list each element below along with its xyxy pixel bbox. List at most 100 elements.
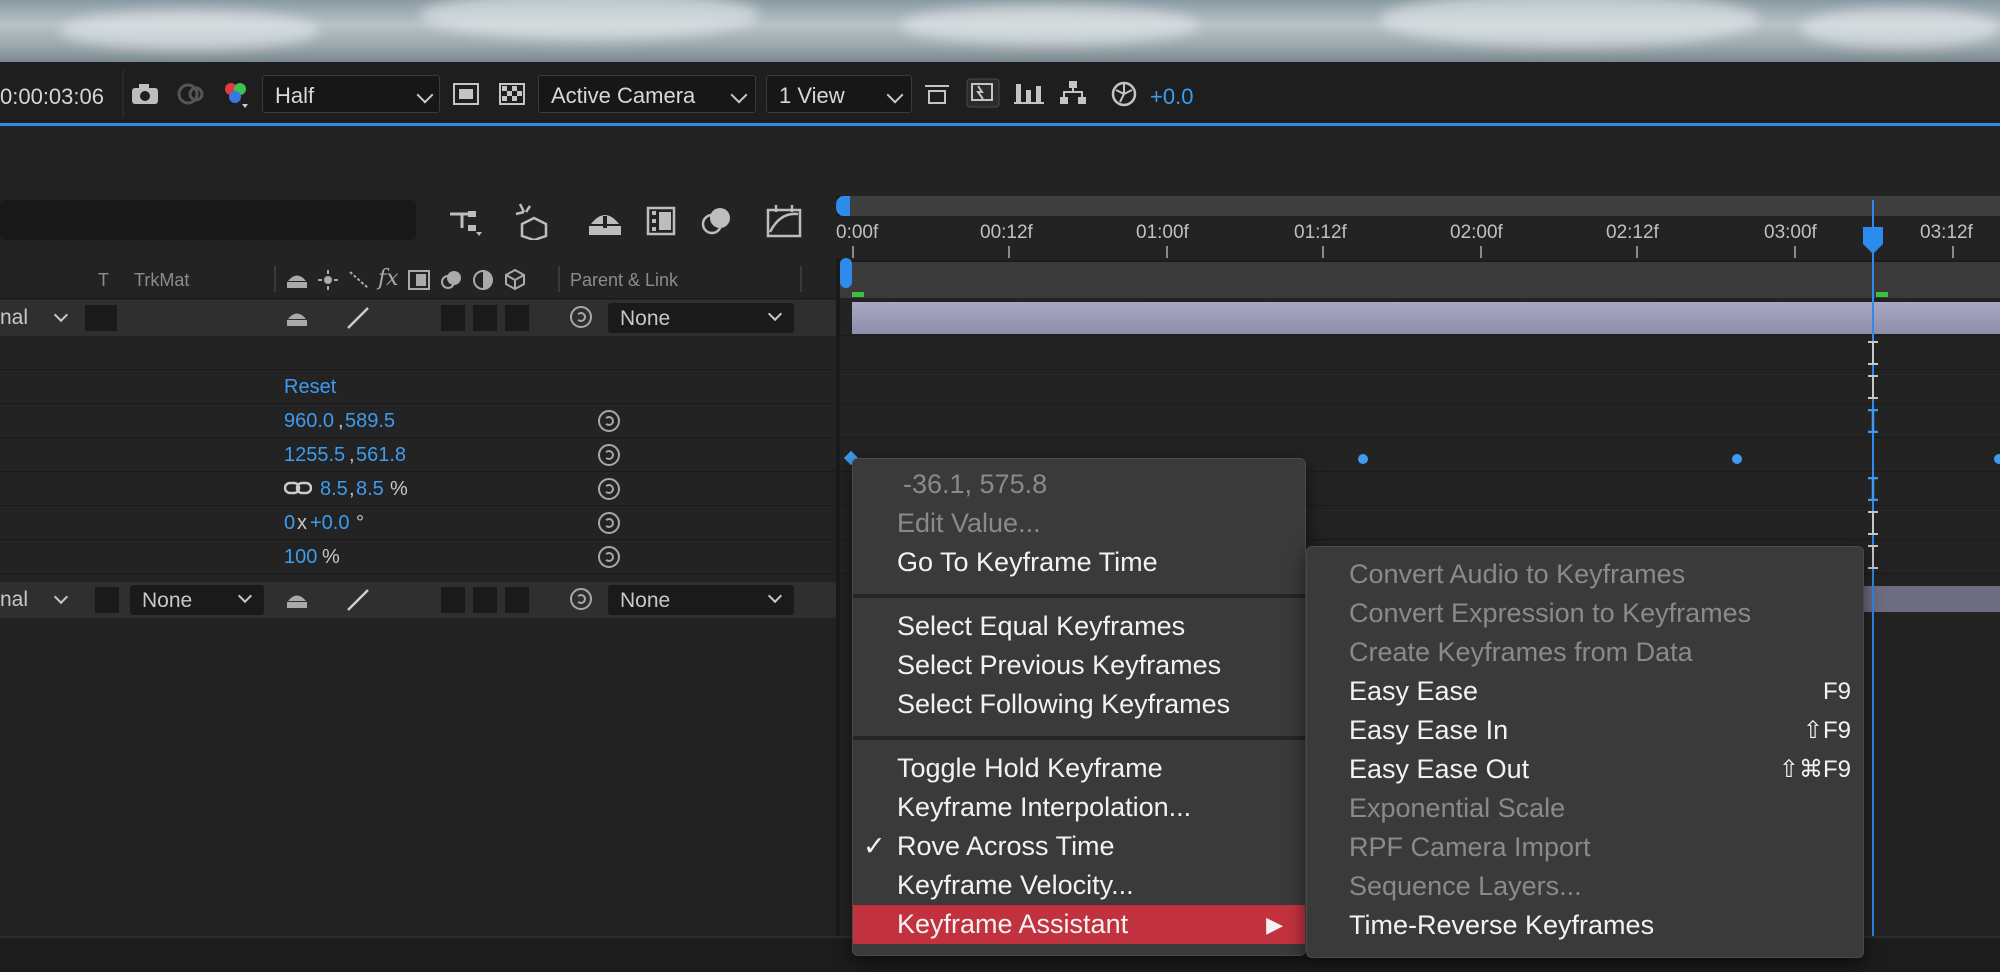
ibeam-keyframe-icon[interactable] <box>1867 477 1879 501</box>
expression-pickwhip-icon[interactable] <box>598 410 620 432</box>
chevron-down-icon[interactable] <box>53 307 69 323</box>
parent-dropdown[interactable]: None <box>608 585 794 615</box>
timeline-icon[interactable] <box>1014 80 1044 106</box>
menu-go-to-keyframe-time[interactable]: Go To Keyframe Time <box>853 543 1305 582</box>
reset-exposure-icon[interactable] <box>1110 80 1138 108</box>
fast-previews-icon[interactable] <box>966 78 1000 108</box>
rotation-revolutions[interactable]: 0 <box>284 512 295 535</box>
track-matte-toggle[interactable] <box>84 304 118 332</box>
menu-edit-value[interactable]: Edit Value... <box>853 504 1305 543</box>
toggle-pixel-aspect-icon[interactable] <box>922 80 952 108</box>
switch-cell[interactable] <box>504 586 530 614</box>
layer-duration-bar[interactable] <box>852 302 2000 334</box>
expression-pickwhip-icon[interactable] <box>598 478 620 500</box>
submenu-rpf-camera-import[interactable]: RPF Camera Import <box>1307 828 1863 867</box>
expression-pickwhip-icon[interactable] <box>598 546 620 568</box>
property-value-x[interactable]: 960.0 <box>284 410 334 433</box>
menu-keyframe-velocity[interactable]: Keyframe Velocity... <box>853 866 1305 905</box>
ibeam-keyframe-icon[interactable] <box>1867 511 1879 535</box>
work-area-bar[interactable] <box>840 260 2000 298</box>
transparency-grid-icon[interactable] <box>498 82 526 106</box>
switch-cell[interactable] <box>440 586 466 614</box>
ibeam-keyframe-icon[interactable] <box>1867 409 1879 433</box>
graph-editor-icon[interactable] <box>766 204 802 238</box>
layer-row-1[interactable]: nal None <box>0 300 836 336</box>
rotation-degrees[interactable]: +0.0 <box>310 512 349 535</box>
property-value-y[interactable]: 589.5 <box>345 410 395 433</box>
region-of-interest-icon[interactable] <box>452 82 480 106</box>
ibeam-keyframe-icon[interactable] <box>1867 341 1879 365</box>
snapshot-camera-icon[interactable] <box>130 82 160 106</box>
track-matte-toggle[interactable] <box>94 586 120 614</box>
expression-pickwhip-icon[interactable] <box>598 444 620 466</box>
submenu-easy-ease[interactable]: Easy Ease F9 <box>1307 672 1863 711</box>
keyframe-context-menu: -36.1, 575.8 Edit Value... Go To Keyfram… <box>852 458 1306 956</box>
channel-rgb-icon[interactable] <box>222 80 250 110</box>
column-t[interactable]: T <box>98 270 109 291</box>
switch-cell[interactable] <box>504 304 530 332</box>
quality-best-icon[interactable] <box>346 306 370 330</box>
value-separator: , <box>338 410 344 432</box>
camera-view-dropdown[interactable]: Active Camera <box>538 75 756 113</box>
work-area-start-handle[interactable] <box>840 258 852 288</box>
submenu-time-reverse-keyframes[interactable]: Time-Reverse Keyframes <box>1307 906 1863 945</box>
property-value-y[interactable]: 8.5 <box>356 478 384 501</box>
navigator-start-handle[interactable] <box>836 196 850 216</box>
draft-3d-icon[interactable] <box>514 202 554 240</box>
property-value-x[interactable]: 8.5 <box>320 478 348 501</box>
view-layout-dropdown[interactable]: 1 View <box>766 75 912 113</box>
time-navigator-bar[interactable] <box>840 196 2000 216</box>
chevron-down-icon[interactable] <box>53 589 69 605</box>
composition-mini-flowchart-icon[interactable] <box>448 206 484 236</box>
constrain-proportions-link-icon[interactable] <box>284 480 312 496</box>
switch-cell[interactable] <box>472 304 498 332</box>
trkmat-dropdown[interactable]: None <box>130 585 264 615</box>
parent-pickwhip-icon[interactable] <box>570 306 592 328</box>
submenu-exponential-scale[interactable]: Exponential Scale <box>1307 789 1863 828</box>
layer-row-2[interactable]: nal None None <box>0 582 836 618</box>
expression-pickwhip-icon[interactable] <box>598 512 620 534</box>
ibeam-keyframe-icon[interactable] <box>1867 375 1879 399</box>
layer-duration-bar[interactable] <box>1860 586 2000 612</box>
resolution-dropdown[interactable]: Half <box>262 75 440 113</box>
keyframe[interactable] <box>1358 454 1368 464</box>
flowchart-icon[interactable] <box>1058 80 1088 106</box>
exposure-value[interactable]: +0.0 <box>1150 84 1193 110</box>
reset-link[interactable]: Reset <box>284 376 336 399</box>
switch-cell[interactable] <box>440 304 466 332</box>
motion-blur-icon[interactable] <box>700 204 734 238</box>
submenu-easy-ease-out[interactable]: Easy Ease Out ⇧⌘F9 <box>1307 750 1863 789</box>
column-parent-link[interactable]: Parent & Link <box>570 270 678 291</box>
keyframe[interactable] <box>1732 454 1742 464</box>
keyframe[interactable] <box>1994 454 2000 464</box>
submenu-easy-ease-in[interactable]: Easy Ease In ⇧F9 <box>1307 711 1863 750</box>
playhead-marker-icon[interactable] <box>1862 226 1884 256</box>
menu-select-equal-keyframes[interactable]: Select Equal Keyframes <box>853 607 1305 646</box>
frame-blending-icon[interactable] <box>644 204 678 238</box>
submenu-convert-expression[interactable]: Convert Expression to Keyframes <box>1307 594 1863 633</box>
parent-pickwhip-icon[interactable] <box>570 588 592 610</box>
menu-select-previous-keyframes[interactable]: Select Previous Keyframes <box>853 646 1305 685</box>
menu-keyframe-assistant[interactable]: Keyframe Assistant ▶ <box>853 905 1305 944</box>
property-value-y[interactable]: 561.8 <box>356 444 406 467</box>
menu-rove-across-time[interactable]: ✓ Rove Across Time <box>853 827 1305 866</box>
menu-toggle-hold-keyframe[interactable]: Toggle Hold Keyframe <box>853 749 1305 788</box>
menu-select-following-keyframes[interactable]: Select Following Keyframes <box>853 685 1305 724</box>
quality-best-icon[interactable] <box>346 588 370 612</box>
switch-cell[interactable] <box>472 586 498 614</box>
hide-shy-layers-icon[interactable] <box>588 206 622 238</box>
shy-switch-icon[interactable] <box>286 590 308 610</box>
submenu-create-from-data[interactable]: Create Keyframes from Data <box>1307 633 1863 672</box>
timecode-display[interactable]: 0:00:03:06 <box>0 84 104 110</box>
opacity-value[interactable]: 100 <box>284 546 317 569</box>
submenu-sequence-layers[interactable]: Sequence Layers... <box>1307 867 1863 906</box>
ibeam-keyframe-icon[interactable] <box>1867 545 1879 569</box>
shy-switch-icon[interactable] <box>286 308 308 328</box>
column-trkmat[interactable]: TrkMat <box>134 270 189 291</box>
show-snapshot-icon[interactable] <box>176 82 206 106</box>
layer-search-input[interactable] <box>0 200 416 240</box>
submenu-convert-audio[interactable]: Convert Audio to Keyframes <box>1307 555 1863 594</box>
parent-dropdown[interactable]: None <box>608 303 794 333</box>
property-value-x[interactable]: 1255.5 <box>284 444 345 467</box>
menu-keyframe-interpolation[interactable]: Keyframe Interpolation... <box>853 788 1305 827</box>
